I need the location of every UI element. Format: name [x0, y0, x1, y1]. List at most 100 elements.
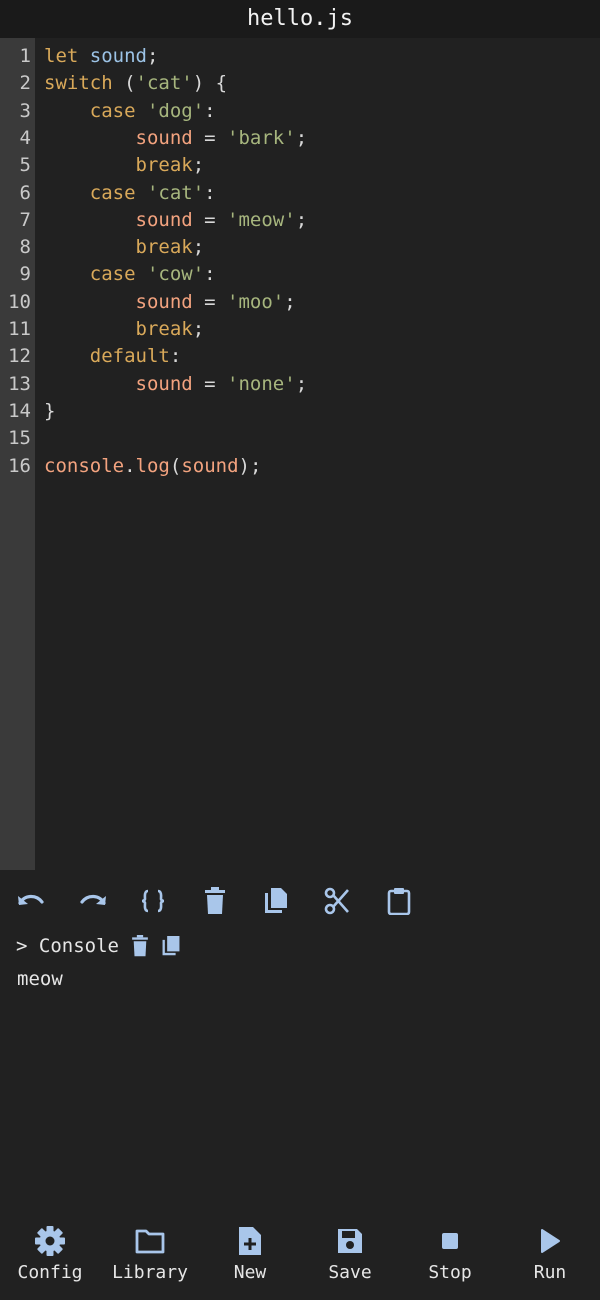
line-number: 6 [19, 181, 31, 204]
redo-button[interactable] [73, 880, 113, 922]
new-file-icon [239, 1227, 261, 1255]
code-token: ); [238, 454, 262, 477]
code-line: sound = 'none'; [44, 371, 308, 398]
code-token: case [44, 181, 147, 204]
save-button[interactable]: Save [300, 1220, 400, 1300]
code-token: ; [284, 290, 296, 313]
gear-icon [35, 1226, 65, 1256]
cut-button[interactable] [317, 880, 357, 922]
copy-icon [265, 888, 287, 913]
code-token: case [44, 99, 147, 122]
line-number: 12 [8, 345, 31, 368]
line-number: 5 [19, 154, 31, 177]
code-token: 'cat' [135, 72, 193, 95]
line-number: 14 [8, 399, 31, 422]
code-token: . [124, 454, 136, 477]
code-token: 'none' [227, 372, 296, 395]
format-braces-icon [141, 889, 165, 913]
editor-toolbar [0, 880, 600, 922]
paste-icon [387, 888, 411, 915]
code-line: case 'cat': [44, 180, 216, 207]
code-token: ; [192, 154, 205, 177]
code-line: } [44, 398, 55, 425]
code-line: let sound; [44, 43, 158, 70]
code-line: break; [44, 152, 205, 179]
code-line: sound = 'meow'; [44, 207, 308, 234]
code-token: 'cat' [146, 181, 205, 204]
format-button[interactable] [133, 880, 173, 922]
new-button[interactable]: New [200, 1220, 300, 1300]
code-editor[interactable]: 1 2 3 4 5 6 7 8 9 10 11 12 13 14 15 16 let sound; switch… [0, 38, 600, 870]
paste-button[interactable] [379, 880, 419, 922]
code-token: ; [295, 126, 308, 149]
library-label: Library [112, 1262, 188, 1283]
code-token: = [192, 208, 228, 231]
code-token: = [192, 372, 228, 395]
code-token: : [204, 263, 216, 286]
code-token: ( [112, 72, 136, 95]
line-number: 10 [8, 290, 31, 313]
code-token: sound [44, 372, 193, 395]
line-number: 9 [19, 263, 31, 286]
console-label: > Console [16, 935, 119, 957]
copy-button[interactable] [256, 880, 296, 922]
line-number: 3 [19, 99, 31, 122]
line-number: 15 [8, 427, 31, 450]
new-label: New [233, 1262, 267, 1283]
code-token: ; [192, 236, 205, 259]
code-token: switch [44, 72, 113, 95]
code-line: default: [44, 343, 182, 370]
config-label: Config [17, 1262, 83, 1283]
code-token: log [135, 454, 170, 477]
stop-label: Stop [428, 1262, 472, 1283]
line-number: 7 [19, 208, 31, 231]
copy-icon [162, 936, 180, 956]
code-token: ) { [192, 72, 228, 95]
delete-button[interactable] [195, 880, 235, 922]
code-token: ; [295, 208, 308, 231]
line-number: 2 [19, 72, 31, 95]
delete-icon [132, 935, 148, 957]
code-line: sound = 'moo'; [44, 289, 296, 316]
copy-console-button[interactable] [161, 935, 181, 957]
code-token: sound [78, 45, 147, 67]
code-line: console.log(sound); [44, 453, 261, 480]
code-token: : [169, 345, 182, 368]
code-token: } [44, 399, 56, 422]
line-number: 8 [19, 236, 31, 259]
code-token: = [192, 290, 228, 313]
line-number: 1 [19, 45, 31, 67]
code-token: = [192, 126, 228, 149]
run-button[interactable]: Run [500, 1220, 600, 1300]
code-token: sound [44, 208, 193, 231]
folder-icon [135, 1229, 165, 1254]
console-header: > Console [16, 930, 181, 962]
stop-button[interactable]: Stop [400, 1220, 500, 1300]
code-token: default [44, 345, 170, 368]
code-token: 'moo' [227, 290, 285, 313]
line-number: 16 [8, 454, 31, 477]
code-token: case [44, 263, 147, 286]
code-token: console [44, 454, 125, 477]
code-token: ; [192, 318, 205, 340]
code-token: let [44, 45, 79, 67]
code-token: 'meow' [227, 208, 296, 231]
config-button[interactable]: Config [0, 1220, 100, 1300]
code-line: break; [44, 316, 205, 343]
library-button[interactable]: Library [100, 1220, 200, 1300]
code-token: ; [295, 372, 308, 395]
code-token: sound [44, 290, 193, 313]
code-token: ( [169, 454, 182, 477]
redo-icon [80, 894, 106, 905]
line-number: 11 [8, 318, 31, 340]
code-token: 'bark' [227, 126, 296, 149]
undo-button[interactable] [11, 880, 51, 922]
code-token: ; [146, 45, 159, 67]
undo-icon [18, 894, 44, 905]
line-number: 13 [8, 372, 31, 395]
file-title: hello.js [0, 0, 600, 38]
code-token: break [44, 236, 193, 259]
line-number-gutter: 1 2 3 4 5 6 7 8 9 10 11 12 13 14 15 16 [0, 38, 35, 870]
code-line: sound = 'bark'; [44, 125, 308, 152]
clear-console-button[interactable] [131, 935, 149, 957]
